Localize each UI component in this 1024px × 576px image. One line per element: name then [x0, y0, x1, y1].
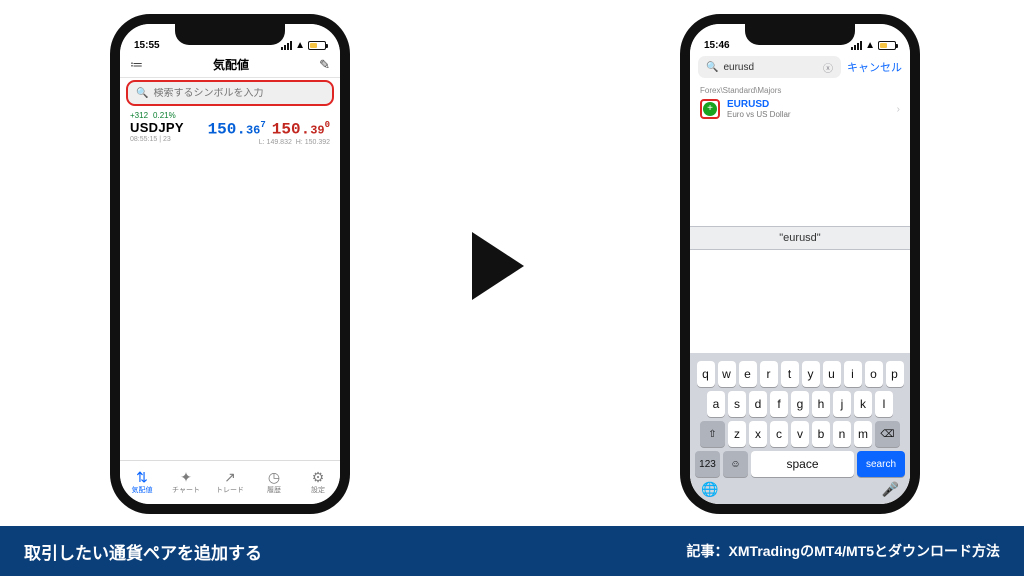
status-time: 15:55: [134, 40, 160, 51]
search-input[interactable]: [723, 62, 818, 73]
add-highlight: +: [700, 99, 720, 119]
key-a[interactable]: a: [707, 391, 725, 417]
key-l[interactable]: l: [875, 391, 893, 417]
change-pct: 0.21%: [153, 111, 176, 120]
wifi-icon: ▲: [295, 40, 305, 51]
tab-quotes[interactable]: ⇅気配値: [120, 461, 164, 504]
cancel-button[interactable]: キャンセル: [847, 59, 902, 75]
tab-settings[interactable]: ⚙設定: [296, 461, 340, 504]
key-emoji[interactable]: ☺: [723, 451, 748, 477]
keyboard: q w e r t y u i o p a s d f g h j k l: [690, 353, 910, 504]
key-x[interactable]: x: [749, 421, 767, 447]
key-b[interactable]: b: [812, 421, 830, 447]
key-h[interactable]: h: [812, 391, 830, 417]
key-row-1: q w e r t y u i o p: [693, 361, 907, 387]
footer-title: 取引したい通貨ペアを追加する: [24, 539, 262, 564]
low-label: L: 149.832: [259, 139, 292, 146]
key-space[interactable]: space: [751, 451, 854, 477]
search-field[interactable]: 🔍 ⓧ: [698, 56, 841, 78]
search-field[interactable]: 🔍: [128, 82, 332, 104]
settings-icon: ⚙: [312, 470, 325, 484]
key-e[interactable]: e: [739, 361, 757, 387]
footer-bar: 取引したい通貨ペアを追加する 記事：XMTradingのMT4/MT5とダウンロ…: [0, 526, 1024, 576]
key-m[interactable]: m: [854, 421, 872, 447]
quote-time: 08:55:15 | 23: [130, 136, 184, 143]
history-icon: ◷: [268, 470, 280, 484]
key-n[interactable]: n: [833, 421, 851, 447]
tab-chart[interactable]: ✦チャート: [164, 461, 208, 504]
arrow-icon: [472, 232, 524, 300]
key-p[interactable]: p: [886, 361, 904, 387]
key-row-2: a s d f g h j k l: [693, 391, 907, 417]
symbol-name: USDJPY: [130, 120, 184, 135]
key-search[interactable]: search: [857, 451, 905, 477]
high-label: H: 150.392: [296, 139, 330, 146]
breadcrumb: Forex\Standard\Majors: [690, 82, 910, 95]
phone-left: 15:55 ▲ ≔ 気配値 ✎ 🔍 +312 0.21%: [110, 14, 350, 514]
key-q[interactable]: q: [697, 361, 715, 387]
globe-icon[interactable]: 🌐: [701, 481, 718, 498]
key-v[interactable]: v: [791, 421, 809, 447]
phone-right: 15:46 ▲ 🔍 ⓧ キャンセル Forex\Standard\Majors …: [680, 14, 920, 514]
status-time: 15:46: [704, 40, 730, 51]
search-input[interactable]: [153, 88, 324, 99]
quotes-icon: ⇅: [136, 470, 148, 484]
search-icon: 🔍: [136, 88, 148, 99]
notch: [175, 23, 285, 45]
key-c[interactable]: c: [770, 421, 788, 447]
tab-bar: ⇅気配値 ✦チャート ↗トレード ◷履歴 ⚙設定: [120, 460, 340, 504]
battery-icon: [308, 41, 326, 50]
tab-trade[interactable]: ↗トレード: [208, 461, 252, 504]
search-highlight: 🔍: [120, 78, 340, 108]
key-backspace[interactable]: ⌫: [875, 421, 900, 447]
key-r[interactable]: r: [760, 361, 778, 387]
key-j[interactable]: j: [833, 391, 851, 417]
key-u[interactable]: u: [823, 361, 841, 387]
chevron-right-icon: ›: [897, 104, 900, 115]
mic-icon[interactable]: 🎤: [882, 481, 899, 498]
key-g[interactable]: g: [791, 391, 809, 417]
edit-icon[interactable]: ✎: [319, 57, 330, 73]
key-shift[interactable]: ⇧: [700, 421, 725, 447]
ask-price: 150.390: [272, 120, 330, 138]
key-w[interactable]: w: [718, 361, 736, 387]
footer-article: 記事：XMTradingのMT4/MT5とダウンロード方法: [687, 541, 1000, 561]
page-title: 気配値: [213, 56, 249, 73]
trade-icon: ↗: [224, 470, 236, 484]
bid-price: 150.367: [208, 120, 266, 138]
nav-bar: ≔ 気配値 ✎: [120, 52, 340, 78]
key-o[interactable]: o: [865, 361, 883, 387]
notch: [745, 23, 855, 45]
keyboard-suggestion[interactable]: "eurusd": [690, 226, 910, 250]
key-s[interactable]: s: [728, 391, 746, 417]
add-icon[interactable]: +: [703, 102, 717, 116]
signal-icon: [851, 41, 862, 50]
quote-row[interactable]: +312 0.21% USDJPY 08:55:15 | 23 150.367 …: [120, 108, 340, 152]
key-k[interactable]: k: [854, 391, 872, 417]
clear-icon[interactable]: ⓧ: [823, 60, 833, 75]
result-desc: Euro vs US Dollar: [727, 110, 791, 119]
key-y[interactable]: y: [802, 361, 820, 387]
key-row-4: 123 ☺ space search: [693, 451, 907, 477]
key-t[interactable]: t: [781, 361, 799, 387]
key-row-3: ⇧ z x c v b n m ⌫: [693, 421, 907, 447]
change-pips: +312: [130, 111, 148, 120]
battery-icon: [878, 41, 896, 50]
chart-icon: ✦: [180, 470, 192, 484]
tab-history[interactable]: ◷履歴: [252, 461, 296, 504]
wifi-icon: ▲: [865, 40, 875, 51]
signal-icon: [281, 41, 292, 50]
key-i[interactable]: i: [844, 361, 862, 387]
menu-icon[interactable]: ≔: [130, 57, 143, 73]
result-name: EURUSD: [727, 99, 791, 110]
key-f[interactable]: f: [770, 391, 788, 417]
key-123[interactable]: 123: [695, 451, 720, 477]
key-z[interactable]: z: [728, 421, 746, 447]
search-icon: 🔍: [706, 62, 718, 73]
search-result-row[interactable]: + EURUSD Euro vs US Dollar ›: [690, 95, 910, 123]
search-row: 🔍 ⓧ キャンセル: [690, 52, 910, 82]
key-d[interactable]: d: [749, 391, 767, 417]
